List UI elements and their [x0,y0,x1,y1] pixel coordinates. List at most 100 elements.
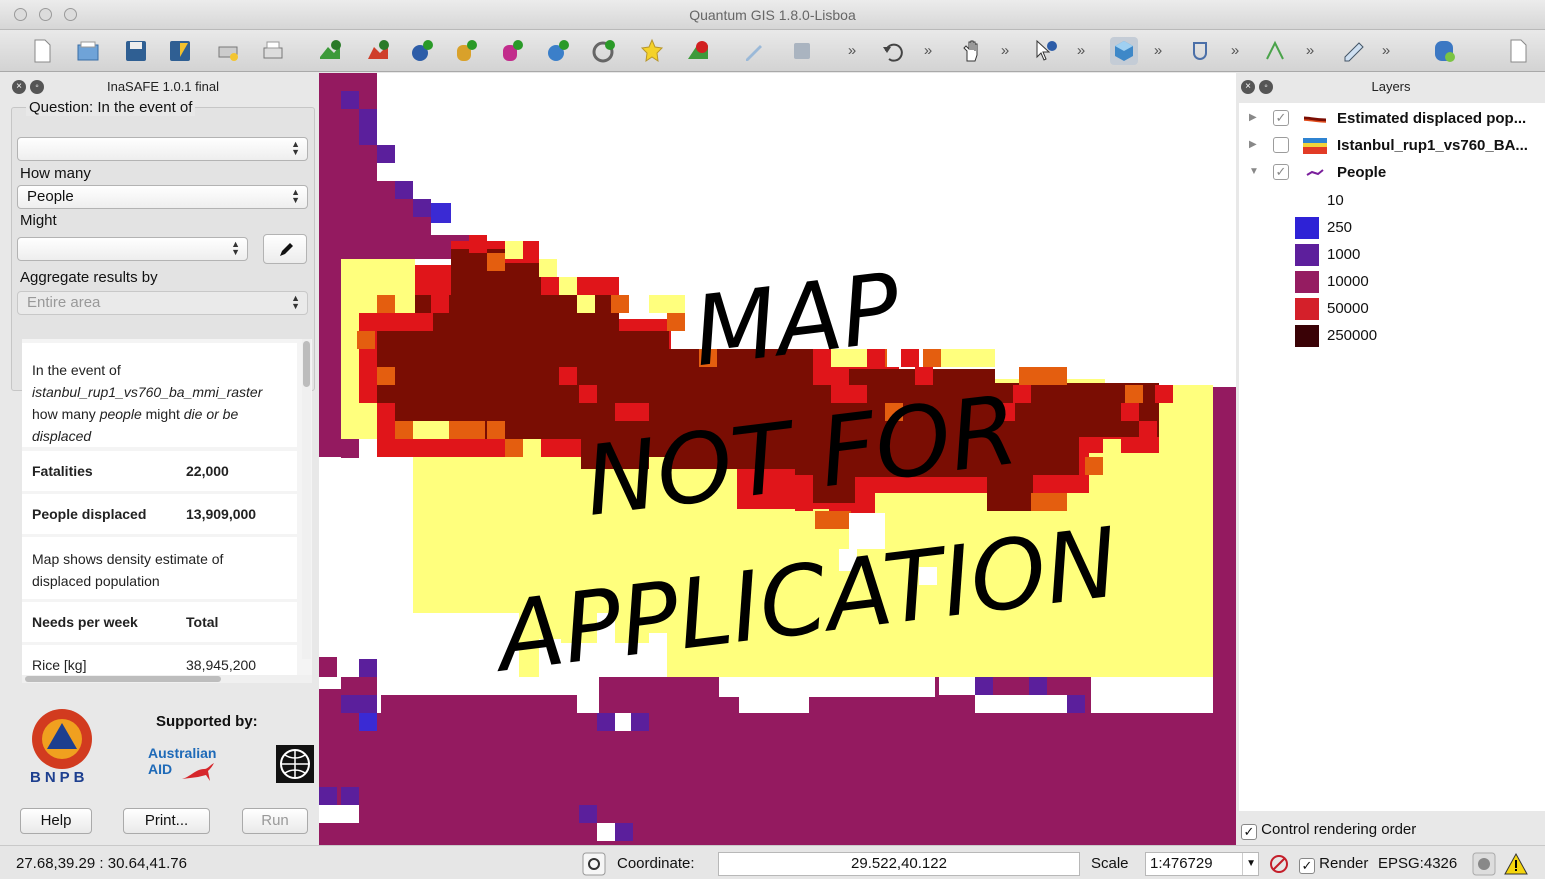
help-button[interactable]: Help [20,808,92,834]
legend-swatch [1295,271,1319,293]
render-label: Render [1319,855,1369,872]
combo-arrows-icon: ▲ ▼ [291,187,300,205]
layer-visibility-checkbox[interactable]: ✓ [1273,110,1289,126]
more-tools-icon[interactable]: » [1227,42,1243,60]
coordinate-toggle-icon[interactable] [582,852,606,876]
more-tools-icon[interactable]: » [844,42,860,60]
add-postgis-layer-icon[interactable] [408,37,436,65]
add-raster-layer-icon[interactable] [364,37,392,65]
render-toggle[interactable]: ✓ Render [1299,855,1368,874]
render-order-checkbox[interactable]: ✓ [1241,824,1257,840]
layer-name: Istanbul_rup1_vs760_BA... [1337,137,1528,154]
total-header: Total [186,614,219,630]
shield-tool-icon[interactable] [1186,37,1214,65]
render-checkbox[interactable]: ✓ [1299,858,1315,874]
add-mssql-layer-icon[interactable] [498,37,526,65]
crs-status[interactable]: EPSG:4326 [1378,855,1457,872]
aggregate-combo[interactable]: Entire area ▲ ▼ [17,291,308,315]
more-tools-icon[interactable]: » [1378,42,1394,60]
undo-icon[interactable] [880,37,908,65]
add-csv-layer-icon[interactable] [1504,37,1532,65]
stop-render-icon[interactable] [1268,853,1290,875]
row-value: 22,000 [186,463,229,479]
expand-arrow-icon[interactable]: ▶ [1249,139,1257,150]
legend-label: 10 [1327,192,1344,209]
results-intro: In the event of istanbul_rup1_vs760_ba_m… [32,362,263,444]
exposure-combo[interactable]: People ▲ ▼ [17,185,308,209]
status-bar: 27.68,39.29 : 30.64,41.76 Coordinate: 29… [0,845,1545,879]
new-print-composer-icon[interactable] [214,37,242,65]
toggle-editing-icon[interactable] [740,37,768,65]
row-label: Fatalities [32,463,93,479]
layers-dock: Layers × ◦ ▶ ✓ Estimated displaced pop..… [1237,73,1545,845]
scroll-thumb[interactable] [303,341,310,387]
float-dock-icon[interactable]: ◦ [1259,80,1273,94]
more-tools-icon[interactable]: » [1150,42,1166,60]
run-button[interactable]: Run [242,808,308,834]
inasafe-dock-icon[interactable] [1110,37,1138,65]
legend-swatch [1295,298,1319,320]
combo-arrows-icon: ▲ ▼ [231,239,240,257]
coordinate-label: Coordinate: [617,855,695,872]
combo-arrows-icon: ▲ ▼ [291,293,300,311]
digitize-tool-icon[interactable] [1262,37,1290,65]
remove-layer-icon[interactable] [684,37,712,65]
add-vector-layer-icon[interactable] [316,37,344,65]
results-vertical-scrollbar[interactable] [302,339,311,659]
control-rendering-order-toggle[interactable]: ✓ Control rendering order [1241,821,1416,840]
render-order-label: Control rendering order [1261,821,1417,838]
results-horizontal-scrollbar[interactable] [22,675,312,683]
results-panel[interactable]: In the event of istanbul_rup1_vs760_ba_m… [22,339,312,683]
identify-features-icon[interactable] [1032,37,1060,65]
layer-tree[interactable]: ▶ ✓ Estimated displaced pop... ▶ Istanbu… [1239,103,1545,811]
scale-combo[interactable]: 1:476729 ▼ [1145,852,1259,876]
expand-arrow-icon[interactable]: ▶ [1249,112,1257,123]
collapse-arrow-icon[interactable]: ▼ [1249,166,1259,177]
more-tools-icon[interactable]: » [920,42,936,60]
map-watermark: MAP NOT FOR APPLICATION [486,252,1124,694]
save-edits-icon[interactable] [788,37,816,65]
map-canvas[interactable]: MAP NOT FOR APPLICATION [319,73,1236,845]
chevron-down-icon: ▼ [1242,853,1256,875]
row-label: Rice [kg] [32,657,87,673]
label-tool-icon[interactable] [1340,37,1368,65]
layer-visibility-checkbox[interactable]: ✓ [1273,164,1289,180]
database-manager-icon[interactable] [1430,37,1458,65]
hazard-combo[interactable]: ▲ ▼ [17,137,308,161]
legend-swatch [1295,190,1319,212]
layer-item-istanbul-hazard[interactable]: ▶ Istanbul_rup1_vs760_BA... [1239,132,1545,159]
combo-arrows-icon: ▲ ▼ [291,139,300,157]
more-tools-icon[interactable]: » [997,42,1013,60]
close-dock-icon[interactable]: × [1241,80,1255,94]
watermark-line: NOT FOR [579,374,1023,538]
layer-visibility-checkbox[interactable] [1273,137,1289,153]
save-as-icon[interactable] [166,37,194,65]
pan-hand-icon[interactable] [958,37,986,65]
add-wcs-layer-icon[interactable] [590,37,618,65]
float-dock-icon[interactable]: ◦ [30,80,44,94]
close-dock-icon[interactable]: × [12,80,26,94]
add-spatialite-layer-icon[interactable] [452,37,480,65]
new-shapefile-layer-icon[interactable] [638,37,666,65]
new-project-icon[interactable] [28,37,56,65]
projection-icon[interactable] [1472,852,1496,876]
layer-item-estimated-displaced[interactable]: ▶ ✓ Estimated displaced pop... [1239,105,1545,132]
watermark-line: APPLICATION [486,506,1124,694]
layer-item-people[interactable]: ▼ ✓ People [1239,159,1545,186]
print-icon[interactable] [259,37,287,65]
aggregate-combo-value: Entire area [27,294,101,311]
more-tools-icon[interactable]: » [1302,42,1318,60]
world-bank-logo-icon [276,745,314,783]
warning-icon[interactable] [1504,852,1528,876]
coordinate-field[interactable]: 29.522,40.122 [718,852,1080,876]
needs-header: Needs per week [32,614,138,630]
print-button[interactable]: Print... [123,808,210,834]
save-project-icon[interactable] [122,37,150,65]
scroll-thumb[interactable] [25,676,221,682]
open-project-icon[interactable] [74,37,102,65]
add-wms-layer-icon[interactable] [544,37,572,65]
legend-label: 1000 [1327,246,1361,263]
more-tools-icon[interactable]: » [1073,42,1089,60]
configure-impact-function-button[interactable] [263,234,307,264]
impact-function-combo[interactable]: ▲ ▼ [17,237,248,261]
